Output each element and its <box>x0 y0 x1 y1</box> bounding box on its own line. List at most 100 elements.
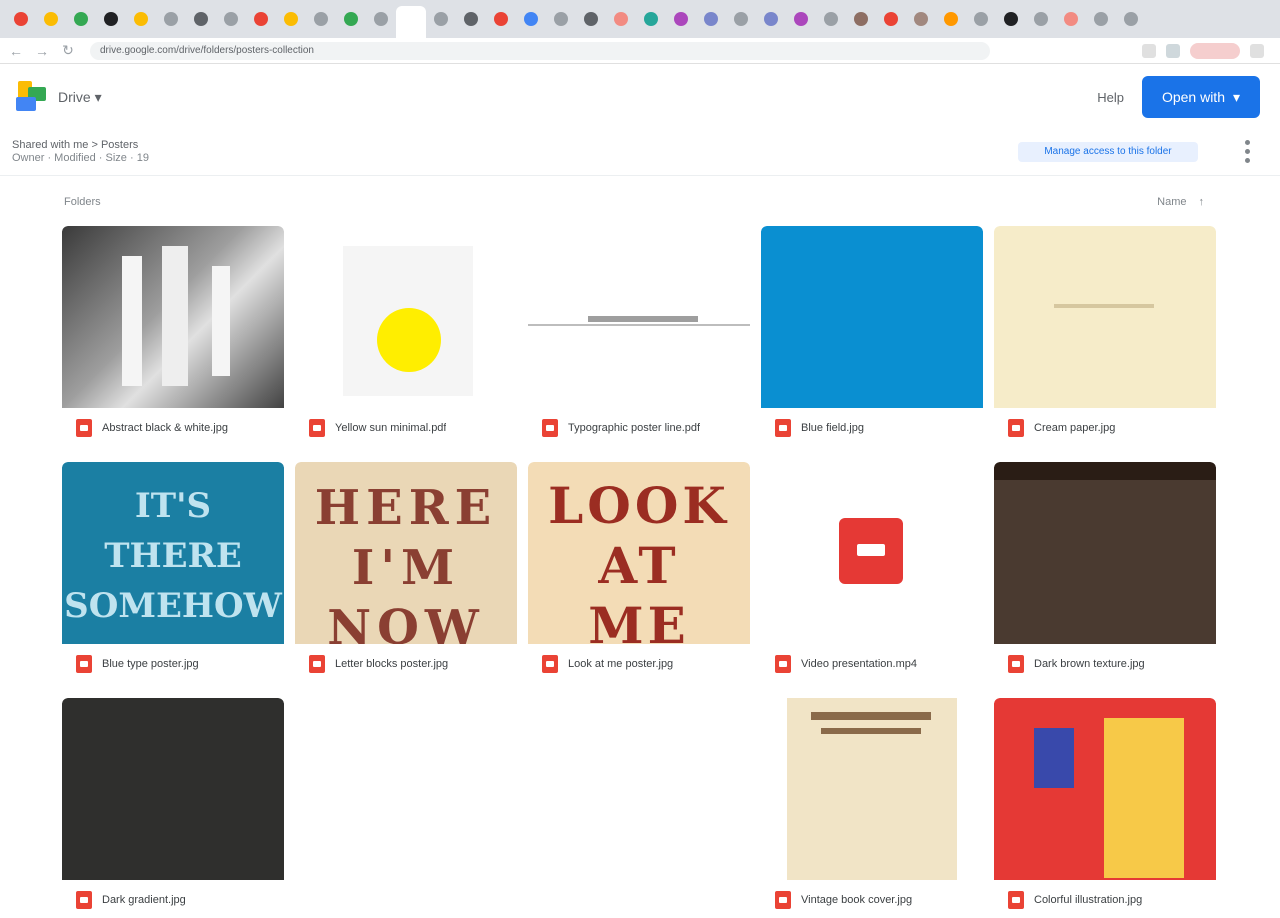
browser-tab[interactable] <box>726 6 756 32</box>
menu-icon[interactable] <box>1250 43 1264 58</box>
browser-tab[interactable] <box>1056 6 1086 32</box>
extension-icon[interactable] <box>1166 43 1180 58</box>
file-thumbnail[interactable]: IT'S THERE SOMEHOW <box>62 462 284 644</box>
browser-tab[interactable] <box>1116 6 1146 32</box>
file-caption[interactable]: Blue type poster.jpg <box>62 652 284 676</box>
address-bar[interactable]: drive.google.com/drive/folders/posters-c… <box>90 41 990 60</box>
browser-tab[interactable] <box>906 6 936 32</box>
file-card[interactable]: Colorful illustration.jpg <box>994 698 1216 918</box>
reload-icon[interactable]: ↻ <box>58 41 78 61</box>
forward-icon[interactable]: → <box>32 41 52 61</box>
file-card[interactable]: IT'S THERE SOMEHOW Blue type poster.jpg <box>62 462 284 682</box>
file-caption[interactable]: Colorful illustration.jpg <box>994 888 1216 912</box>
browser-tab[interactable] <box>756 6 786 32</box>
file-caption[interactable]: Look at me poster.jpg <box>528 652 750 676</box>
file-card[interactable]: Cream paper.jpg <box>994 226 1216 446</box>
file-card[interactable]: Blue field.jpg <box>761 226 983 446</box>
browser-tab[interactable] <box>396 6 426 38</box>
file-thumbnail[interactable] <box>62 226 284 408</box>
browser-tab[interactable] <box>1026 6 1056 32</box>
browser-tab[interactable] <box>966 6 996 32</box>
file-card[interactable]: LOOK AT ME Look at me poster.jpg <box>528 462 750 682</box>
drive-logo-icon[interactable] <box>12 77 52 117</box>
back-icon[interactable]: ← <box>6 41 26 61</box>
tab-favicon-icon <box>1004 12 1018 26</box>
browser-tab[interactable] <box>426 6 456 32</box>
browser-tab[interactable] <box>276 6 306 32</box>
file-caption[interactable]: Blue field.jpg <box>761 416 983 440</box>
browser-tab[interactable] <box>36 6 66 32</box>
browser-tab[interactable] <box>786 6 816 32</box>
browser-tab[interactable] <box>606 6 636 32</box>
tab-favicon-icon <box>884 12 898 26</box>
file-thumbnail[interactable] <box>528 698 750 880</box>
file-card[interactable]: HERE I'M NOW Letter blocks poster.jpg <box>295 462 517 682</box>
file-caption[interactable]: Yellow sun minimal.pdf <box>295 416 517 440</box>
browser-tab[interactable] <box>216 6 246 32</box>
file-caption[interactable]: Video presentation.mp4 <box>761 652 983 676</box>
file-thumbnail[interactable] <box>994 462 1216 644</box>
browser-tab[interactable] <box>126 6 156 32</box>
browser-tab[interactable] <box>486 6 516 32</box>
file-caption[interactable]: Cream paper.jpg <box>994 416 1216 440</box>
browser-tab[interactable] <box>66 6 96 32</box>
file-name: Typographic poster line.pdf <box>568 422 701 434</box>
browser-tab[interactable] <box>546 6 576 32</box>
file-caption[interactable]: Vintage book cover.jpg <box>761 888 983 912</box>
browser-tab[interactable] <box>516 6 546 32</box>
file-caption[interactable]: Abstract black & white.jpg <box>62 416 284 440</box>
star-icon[interactable] <box>1142 43 1156 58</box>
browser-tab[interactable] <box>636 6 666 32</box>
more-options-icon[interactable] <box>1238 138 1256 166</box>
file-thumbnail[interactable]: HERE I'M NOW <box>295 462 517 644</box>
browser-tab[interactable] <box>306 6 336 32</box>
file-caption[interactable]: Typographic poster line.pdf <box>528 416 750 440</box>
open-with-button[interactable]: Open with ▾ <box>1142 76 1260 118</box>
file-card[interactable]: Video presentation.mp4 <box>761 462 983 682</box>
file-thumbnail[interactable] <box>528 226 750 408</box>
file-card[interactable]: Vintage book cover.jpg <box>761 698 983 918</box>
file-card[interactable]: Abstract black & white.jpg <box>62 226 284 446</box>
browser-tab[interactable] <box>846 6 876 32</box>
file-thumbnail[interactable] <box>62 698 284 880</box>
file-thumbnail[interactable] <box>994 698 1216 880</box>
browser-tab[interactable] <box>876 6 906 32</box>
browser-tab[interactable] <box>366 6 396 32</box>
browser-tab[interactable] <box>816 6 846 32</box>
file-card[interactable]: Yellow sun minimal.pdf <box>295 226 517 446</box>
file-caption[interactable]: Dark brown texture.jpg <box>994 652 1216 676</box>
file-caption[interactable]: Dark gradient.jpg <box>62 888 284 912</box>
browser-tab[interactable] <box>246 6 276 32</box>
browser-tab[interactable] <box>186 6 216 32</box>
file-card[interactable]: Typographic poster line.pdf <box>528 226 750 446</box>
browser-tab[interactable] <box>336 6 366 32</box>
file-caption[interactable]: Letter blocks poster.jpg <box>295 652 517 676</box>
file-thumbnail[interactable] <box>761 462 983 644</box>
poster-text: NOW <box>327 600 485 644</box>
sort-control[interactable]: Name ↑ <box>1157 196 1204 208</box>
file-thumbnail[interactable] <box>295 698 517 880</box>
browser-tab[interactable] <box>576 6 606 32</box>
browser-tab[interactable] <box>996 6 1026 32</box>
browser-tab[interactable] <box>666 6 696 32</box>
browser-tab[interactable] <box>696 6 726 32</box>
folder-title[interactable]: Shared with me > Posters <box>12 139 149 152</box>
file-thumbnail[interactable] <box>761 226 983 408</box>
file-card[interactable]: Dark gradient.jpg <box>62 698 284 918</box>
browser-tab[interactable] <box>156 6 186 32</box>
browser-tab[interactable] <box>6 6 36 32</box>
file-thumbnail[interactable] <box>994 226 1216 408</box>
browser-tab[interactable] <box>936 6 966 32</box>
manage-access-link[interactable]: Manage access to this folder <box>1018 141 1198 162</box>
profile-chip[interactable] <box>1190 42 1240 59</box>
browser-tab[interactable] <box>456 6 486 32</box>
arrow-up-icon[interactable]: ↑ <box>1199 196 1205 208</box>
file-thumbnail[interactable] <box>295 226 517 408</box>
file-thumbnail[interactable]: LOOK AT ME <box>528 462 750 644</box>
browser-tab[interactable] <box>1086 6 1116 32</box>
file-thumbnail[interactable] <box>761 698 983 880</box>
browser-tab[interactable] <box>96 6 126 32</box>
help-link[interactable]: Help <box>1097 90 1124 105</box>
file-card[interactable]: Dark brown texture.jpg <box>994 462 1216 682</box>
brand[interactable]: Drive ▾ <box>58 89 102 106</box>
